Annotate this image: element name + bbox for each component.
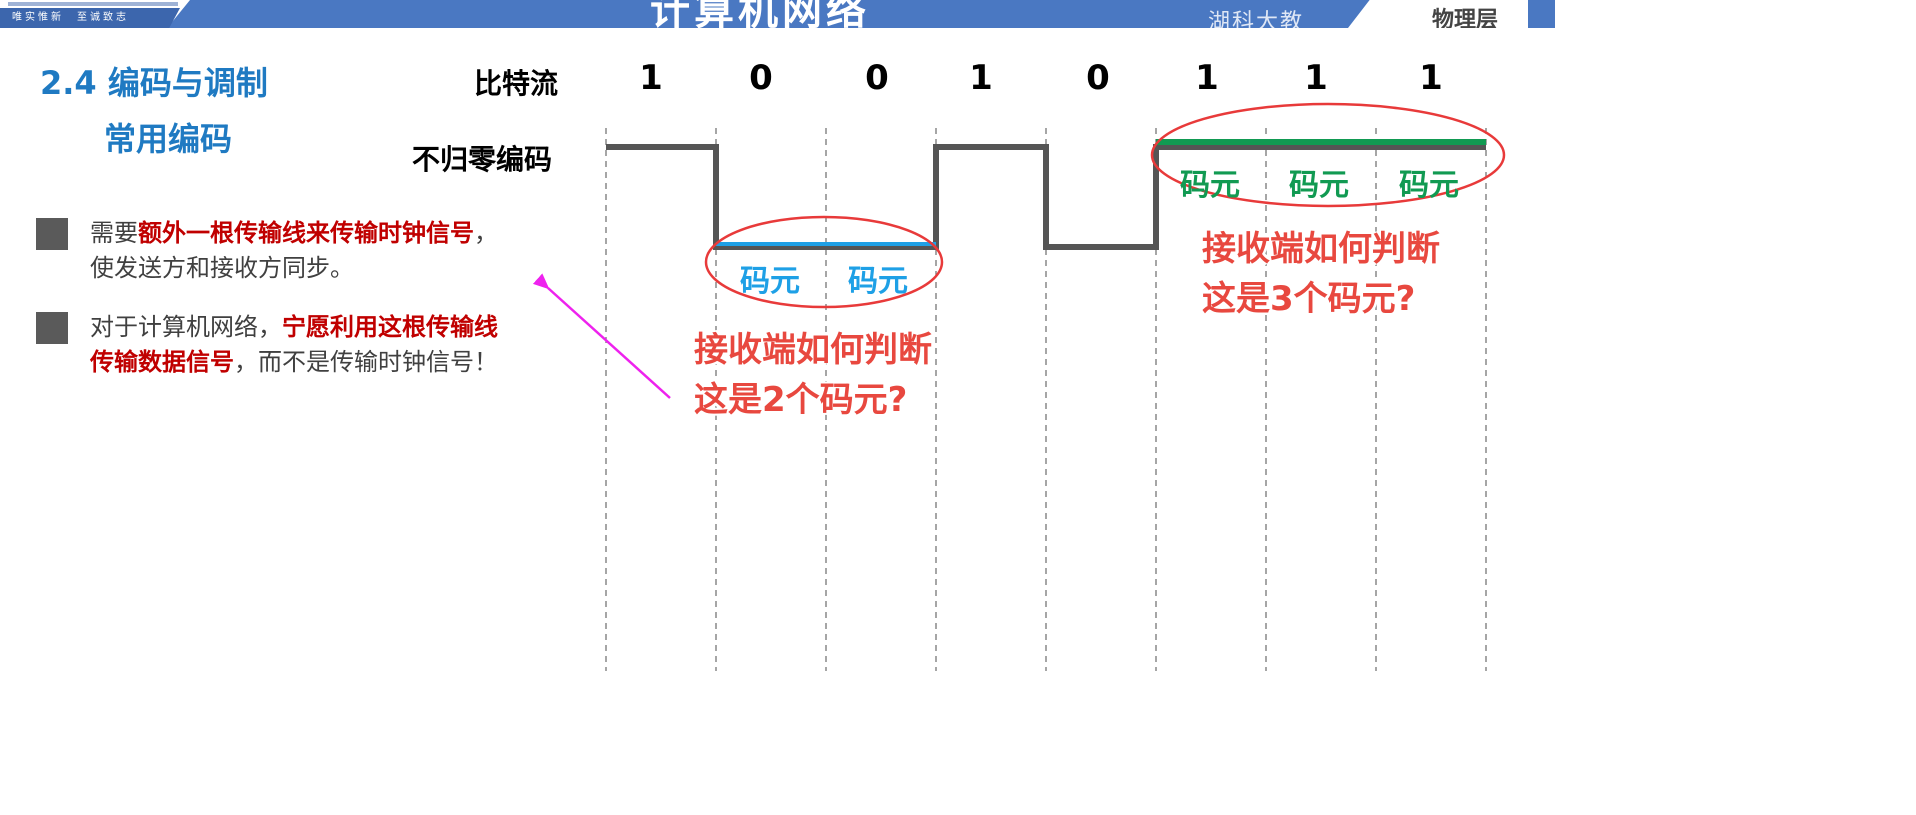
bit-value: 1 [1195, 58, 1219, 98]
note-three-code-elements: 接收端如何判断 这是3个码元? [1202, 229, 1440, 319]
pointer-arrow [532, 273, 671, 399]
bit-value: 0 [749, 58, 773, 98]
bit-value: 1 [1419, 58, 1443, 98]
bit-value: 0 [1086, 58, 1110, 98]
code-element-label: 码元 [1180, 168, 1240, 203]
bit-value: 1 [969, 58, 993, 98]
note-two-code-elements: 接收端如何判断 这是2个码元? [694, 330, 932, 420]
bit-value: 1 [639, 58, 663, 98]
bitstream-label: 比特流 [474, 67, 559, 100]
bit-value: 1 [1304, 58, 1328, 98]
code-element-label: 码元 [1399, 168, 1459, 203]
bit-value: 0 [865, 58, 889, 98]
nrz-encoding-label: 不归零编码 [412, 143, 553, 176]
code-element-label: 码元 [848, 264, 908, 299]
code-element-label: 码元 [1289, 168, 1349, 203]
code-element-label: 码元 [740, 264, 800, 299]
